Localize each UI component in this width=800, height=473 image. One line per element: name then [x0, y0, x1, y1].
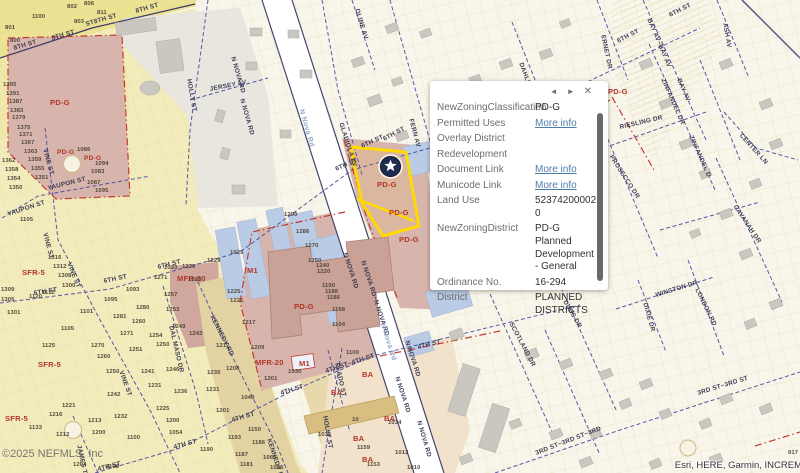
- popup-field-value: PD-G: [535, 102, 588, 115]
- popup-field-label: NewZoningDistrict: [437, 223, 535, 274]
- popup-field-value: 16-294: [535, 277, 588, 290]
- mls-copyright: ©2025 NEFMLS, Inc: [2, 448, 103, 460]
- popup-field-label: Permitted Uses: [437, 118, 535, 131]
- popup-field-value: PD-G Planned Development - General: [535, 223, 594, 274]
- popup-header: ◄ ► ✕: [430, 81, 608, 99]
- popup-more-info-link[interactable]: More info: [535, 180, 577, 191]
- popup-field-label: Ordinance No.: [437, 277, 535, 290]
- popup-close-button[interactable]: ✕: [584, 87, 592, 97]
- popup-row: NewZoningClassificationPD-G: [437, 102, 588, 115]
- popup-fields: NewZoningClassificationPD-GPermitted Use…: [430, 99, 608, 328]
- popup-field-label: Overlay District: [437, 133, 535, 146]
- map-attribution: Esri, HERE, Garmin, INCREM: [675, 460, 800, 471]
- popup-field-label: Document Link: [437, 164, 535, 177]
- popup-field-label: District: [437, 292, 535, 318]
- popup-row: Redevelopment: [437, 149, 588, 162]
- popup-row: Permitted UsesMore info: [437, 118, 588, 131]
- popup-row: Municode LinkMore info: [437, 180, 588, 193]
- popup-row: Ordinance No.16-294: [437, 277, 588, 290]
- popup-row: DistrictPLANNED DISTRICTS: [437, 292, 588, 318]
- popup-field-label: Land Use: [437, 195, 535, 221]
- popup-scrollbar-thumb[interactable]: [597, 113, 603, 281]
- zoning-map-app: 8TH ST8TH STST8TH ST8TH STYAUPON STYAUPO…: [0, 0, 800, 473]
- popup-field-value: [535, 133, 588, 146]
- star-marker[interactable]: [379, 155, 402, 178]
- popup-field-value: PLANNED DISTRICTS: [535, 292, 588, 318]
- popup-field-value: 523742000020: [535, 195, 599, 221]
- popup-more-info-link[interactable]: More info: [535, 164, 577, 175]
- popup-prev-button[interactable]: ◄: [550, 88, 558, 96]
- popup-field-label: Municode Link: [437, 180, 535, 193]
- popup-row: NewZoningDistrictPD-G Planned Developmen…: [437, 223, 588, 274]
- popup-field-label: Redevelopment: [437, 149, 535, 162]
- popup-field-value: [535, 149, 588, 162]
- popup-field-label: NewZoningClassification: [437, 102, 535, 115]
- feature-popup: ◄ ► ✕ NewZoningClassificationPD-GPermitt…: [430, 81, 608, 290]
- popup-next-button[interactable]: ►: [567, 88, 575, 96]
- map-canvas[interactable]: [0, 0, 800, 473]
- m1-parcel-box: [291, 354, 315, 371]
- popup-row: Overlay District: [437, 133, 588, 146]
- popup-row: Land Use523742000020: [437, 195, 588, 221]
- popup-more-info-link[interactable]: More info: [535, 118, 577, 129]
- popup-row: Document LinkMore info: [437, 164, 588, 177]
